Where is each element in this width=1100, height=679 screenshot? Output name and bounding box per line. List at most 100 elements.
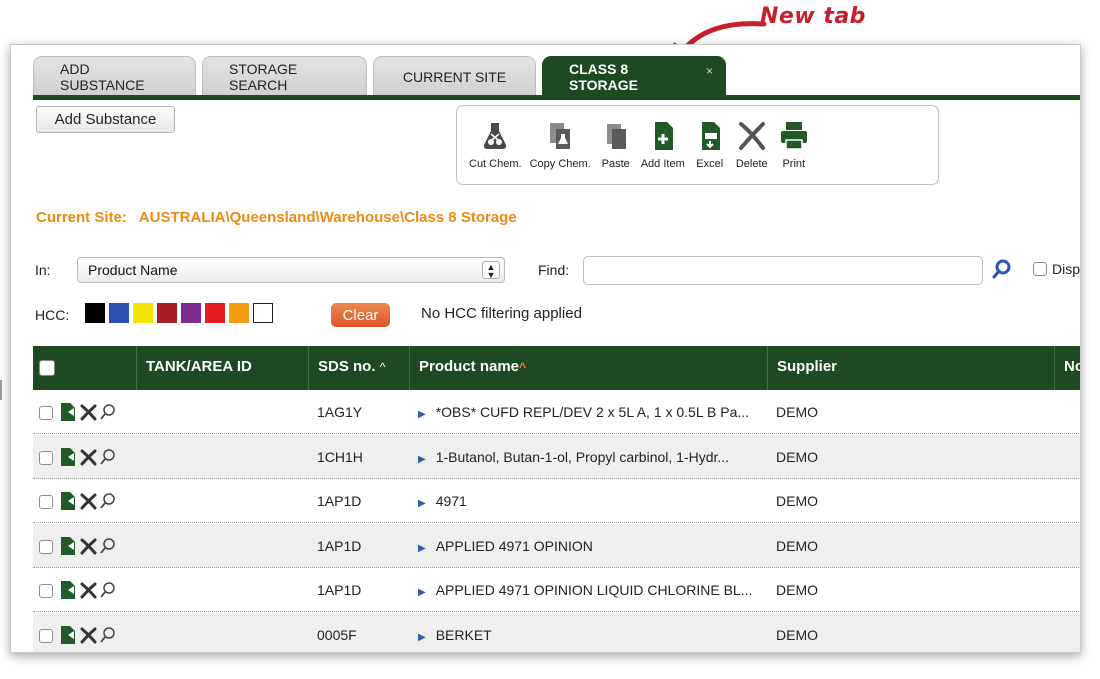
tab-add-substance[interactable]: ADD SUBSTANCE xyxy=(33,56,196,96)
column-no[interactable]: No xyxy=(1055,346,1080,390)
table-row[interactable]: 1CH1H ▶ 1-Butanol, Butan-1-ol, Propyl car… xyxy=(33,434,1080,479)
row-checkbox[interactable] xyxy=(39,406,53,420)
hcc-swatch[interactable] xyxy=(85,303,105,323)
sort-asc-icon: ^ xyxy=(519,360,527,374)
expand-triangle-icon[interactable]: ▶ xyxy=(418,498,426,509)
tab-close-icon[interactable]: × xyxy=(706,64,713,78)
print-icon xyxy=(780,122,807,150)
supplier-cell: DEMO xyxy=(776,493,818,509)
in-label: In: xyxy=(35,262,51,278)
tab-label: CURRENT SITE xyxy=(402,68,507,85)
tool-label: Print xyxy=(782,158,806,170)
delete-row-icon[interactable] xyxy=(79,447,97,467)
display-label: Disp xyxy=(1052,261,1081,277)
hcc-swatch[interactable] xyxy=(205,303,225,323)
hcc-swatch[interactable] xyxy=(253,303,273,323)
product-name-cell[interactable]: ▶ APPLIED 4971 OPINION xyxy=(418,538,593,554)
product-name-cell[interactable]: ▶ *OBS* CUFD REPL/DEV 2 x 5L A, 1 x 0.5L … xyxy=(418,404,749,420)
hcc-swatch[interactable] xyxy=(133,303,153,323)
edit-item-icon[interactable] xyxy=(59,580,77,600)
expand-triangle-icon[interactable]: ▶ xyxy=(418,632,426,643)
hcc-swatch[interactable] xyxy=(181,303,201,323)
add-item-icon xyxy=(654,122,673,150)
column-sds-no[interactable]: SDS no. ^ xyxy=(309,346,410,390)
hcc-swatch[interactable] xyxy=(109,303,129,323)
product-name-cell[interactable]: ▶ 4971 xyxy=(418,493,467,509)
edit-item-icon[interactable] xyxy=(59,536,77,556)
copy-chem-icon xyxy=(550,123,571,149)
column-label: TANK/AREA ID xyxy=(146,358,252,375)
display-checkbox[interactable] xyxy=(1033,262,1047,276)
product-name-cell[interactable]: ▶ APPLIED 4971 OPINION LIQUID CHLORINE BL… xyxy=(418,582,752,598)
row-checkbox[interactable] xyxy=(39,495,53,509)
view-details-icon[interactable] xyxy=(99,491,117,511)
column-product-name[interactable]: Product name^ xyxy=(410,346,768,390)
column-tank-area-id[interactable]: TANK/AREA ID xyxy=(137,346,309,390)
table-row[interactable]: 1AP1D ▶ 4971 DEMO xyxy=(33,479,1080,523)
print-button[interactable]: Print xyxy=(777,120,811,184)
copy-chem-button[interactable]: Copy Chem. xyxy=(530,120,591,184)
delete-button[interactable]: Delete xyxy=(735,120,769,184)
edit-item-icon[interactable] xyxy=(59,491,77,511)
add-item-button[interactable]: Add Item xyxy=(641,120,685,184)
edit-item-icon[interactable] xyxy=(59,402,77,422)
delete-row-icon[interactable] xyxy=(79,580,97,600)
table-row[interactable]: 0005F ▶ BERKET DEMO xyxy=(33,612,1080,652)
sds-no-cell: 1CH1H xyxy=(317,448,363,465)
search-icon[interactable] xyxy=(991,258,1013,280)
delete-row-icon[interactable] xyxy=(79,491,97,511)
product-name-cell[interactable]: ▶ BERKET xyxy=(418,627,492,643)
tab-label: ADD SUBSTANCE xyxy=(60,60,145,93)
excel-button[interactable]: Excel xyxy=(693,120,727,184)
select-all-checkbox[interactable] xyxy=(39,360,55,376)
tab-class-8-storage[interactable]: CLASS 8 STORAGE × xyxy=(542,56,726,96)
table-row[interactable]: 1AG1Y ▶ *OBS* CUFD REPL/DEV 2 x 5L A, 1 x… xyxy=(33,390,1080,434)
tab-storage-search[interactable]: STORAGE SEARCH xyxy=(202,56,367,96)
view-details-icon[interactable] xyxy=(99,536,117,556)
row-checkbox[interactable] xyxy=(39,628,53,643)
app-window: ADD SUBSTANCE STORAGE SEARCH CURRENT SIT… xyxy=(10,44,1081,653)
tab-current-site[interactable]: CURRENT SITE xyxy=(373,56,536,96)
find-input[interactable] xyxy=(583,256,983,285)
clear-hcc-button[interactable]: Clear xyxy=(331,303,390,327)
search-field-select[interactable]: Product Name ▲ ▼ xyxy=(77,257,505,283)
expand-triangle-icon[interactable]: ▶ xyxy=(418,454,426,465)
view-details-icon[interactable] xyxy=(99,447,117,467)
tab-bar-underline xyxy=(33,95,1080,100)
view-details-icon[interactable] xyxy=(99,580,117,600)
cut-chem-button[interactable]: Cut Chem. xyxy=(469,120,522,184)
delete-row-icon[interactable] xyxy=(79,536,97,556)
hcc-swatch[interactable] xyxy=(229,303,249,323)
row-checkbox[interactable] xyxy=(39,450,53,465)
edit-item-icon[interactable] xyxy=(59,625,77,645)
add-substance-button[interactable]: Add Substance xyxy=(36,106,175,133)
column-supplier[interactable]: Supplier xyxy=(768,346,1055,390)
supplier-cell: DEMO xyxy=(776,537,818,554)
delete-row-icon[interactable] xyxy=(79,625,97,645)
expand-triangle-icon[interactable]: ▶ xyxy=(418,409,426,420)
expand-triangle-icon[interactable]: ▶ xyxy=(418,587,426,598)
expand-triangle-icon[interactable]: ▶ xyxy=(418,543,426,554)
product-name-cell[interactable]: ▶ 1-Butanol, Butan-1-ol, Propyl carbinol,… xyxy=(418,449,729,465)
hcc-swatch[interactable] xyxy=(157,303,177,323)
sds-no-cell: 1AP1D xyxy=(317,493,362,509)
supplier-cell: DEMO xyxy=(776,582,818,598)
delete-row-icon[interactable] xyxy=(79,402,97,422)
search-field-value: Product Name xyxy=(88,262,178,278)
table-row[interactable]: 1AP1D ▶ APPLIED 4971 OPINION LIQUID CHLOR… xyxy=(33,568,1080,612)
product-name-text: BERKET xyxy=(435,626,492,643)
sds-no-cell: 1AP1D xyxy=(317,582,362,598)
table-row[interactable]: 1AP1D ▶ APPLIED 4971 OPINION DEMO xyxy=(33,523,1080,568)
view-details-icon[interactable] xyxy=(99,625,117,645)
excel-icon xyxy=(701,122,720,150)
current-site-label: Current Site: AUSTRALIA\Queensland\Wareh… xyxy=(36,209,517,226)
edit-item-icon[interactable] xyxy=(59,447,77,467)
paste-button[interactable]: Paste xyxy=(599,120,633,184)
row-checkbox[interactable] xyxy=(39,539,53,554)
product-name-text: *OBS* CUFD REPL/DEV 2 x 5L A, 1 x 0.5L B… xyxy=(435,404,750,420)
table-header: TANK/AREA ID SDS no. ^ Product name^ Sup… xyxy=(33,346,1080,390)
view-details-icon[interactable] xyxy=(99,402,117,422)
tab-bar: ADD SUBSTANCE STORAGE SEARCH CURRENT SIT… xyxy=(33,56,732,96)
row-checkbox[interactable] xyxy=(39,584,53,598)
tool-label: Paste xyxy=(601,158,630,170)
